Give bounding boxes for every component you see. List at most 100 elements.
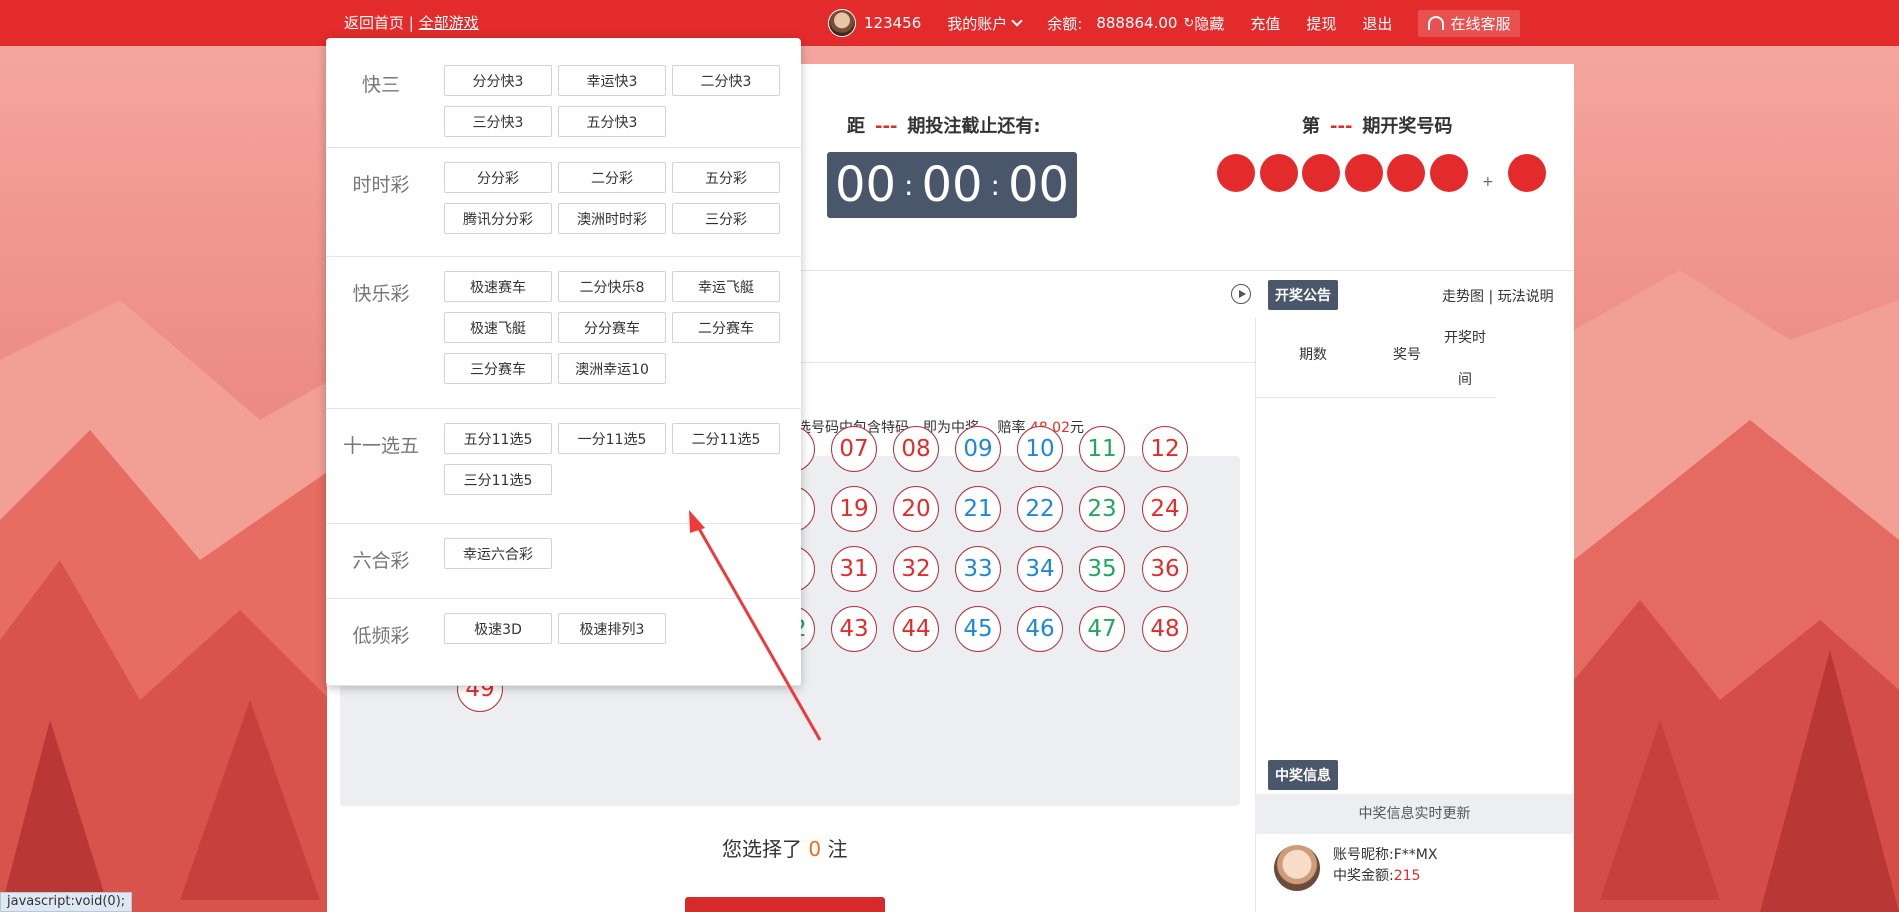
game-category: 时时彩 分分彩 二分彩 五分彩腾讯分分彩 澳洲时时彩 三分彩 xyxy=(326,148,801,257)
game-option-button[interactable]: 澳洲时时彩 xyxy=(558,203,666,234)
headset-icon xyxy=(1428,16,1445,30)
game-option-button[interactable]: 极速3D xyxy=(444,613,552,644)
countdown-prefix: 距 xyxy=(847,116,865,137)
number-ball-button[interactable]: 36 xyxy=(1142,546,1188,592)
number-ball-button[interactable]: 43 xyxy=(831,606,877,652)
game-option-button[interactable]: 澳洲幸运10 xyxy=(558,353,666,384)
col-time-line1: 开奖时 xyxy=(1444,330,1486,346)
all-games-dropdown: 快三 分分快3 幸运快3 二分快3 三分快3 五分快3 时时彩 分分彩 二分彩 五分彩 腾讯分分彩澳… xyxy=(326,38,801,686)
game-option-button[interactable]: 三分彩 xyxy=(672,203,780,234)
game-option-button[interactable]: 一分11选5 xyxy=(558,423,666,454)
side-links-separator: | xyxy=(1488,289,1494,305)
chevron-down-icon xyxy=(1011,15,1023,27)
number-ball-button[interactable]: 07 xyxy=(831,426,877,472)
game-option-button[interactable]: 五分11选5 xyxy=(444,423,552,454)
number-ball-button[interactable]: 10 xyxy=(1017,426,1063,472)
number-ball-button[interactable]: 24 xyxy=(1142,486,1188,532)
number-ball-button[interactable]: 45 xyxy=(955,606,1001,652)
service-label: 在线客服 xyxy=(1450,14,1511,33)
game-option-button[interactable]: 二分11选5 xyxy=(672,423,780,454)
number-ball-button[interactable]: 21 xyxy=(955,486,1001,532)
timer-separator: : xyxy=(990,168,1000,202)
user-profile[interactable]: 123456 xyxy=(828,9,921,37)
number-ball-button[interactable]: 34 xyxy=(1017,546,1063,592)
avatar xyxy=(828,9,856,37)
game-option-button[interactable]: 五分彩 xyxy=(672,162,780,193)
game-option-button[interactable]: 极速排列3 xyxy=(558,613,666,644)
draw-suffix: 期开奖号码 xyxy=(1362,116,1453,137)
trend-chart-link[interactable]: 走势图 xyxy=(1442,289,1484,305)
timer-seconds: 00 xyxy=(1007,157,1070,213)
timer-minutes: 00 xyxy=(921,157,983,213)
game-option-button[interactable]: 分分赛车 xyxy=(558,312,666,343)
number-ball-button[interactable]: 09 xyxy=(955,426,1001,472)
online-service-button[interactable]: 在线客服 xyxy=(1418,9,1521,37)
rules-link[interactable]: 玩法说明 xyxy=(1498,289,1554,305)
number-ball-button[interactable]: 33 xyxy=(955,546,1001,592)
number-ball-button[interactable]: 08 xyxy=(893,426,939,472)
game-option-button[interactable]: 腾讯分分彩 xyxy=(444,203,552,234)
side-links: 走势图 | 玩法说明 xyxy=(1442,286,1554,306)
game-option-button[interactable]: 分分快3 xyxy=(444,65,552,96)
home-link[interactable]: 返回首页 xyxy=(344,14,404,32)
game-option-button[interactable]: 三分11选5 xyxy=(444,464,552,495)
number-ball-button[interactable]: 22 xyxy=(1017,486,1063,532)
topbar-left-links: 返回首页 | 全部游戏 xyxy=(344,12,479,33)
number-ball-button[interactable]: 47 xyxy=(1079,606,1125,652)
game-category: 十一选五 五分11选5 一分11选5 二分11选5 三分11选5 xyxy=(326,409,801,524)
number-ball-button[interactable]: 35 xyxy=(1079,546,1125,592)
number-ball-button[interactable]: 23 xyxy=(1079,486,1125,532)
logout-link[interactable]: 退出 xyxy=(1362,13,1392,34)
all-games-link[interactable]: 全部游戏 xyxy=(419,14,479,32)
game-option-button[interactable]: 极速飞艇 xyxy=(444,312,552,343)
game-option-button[interactable]: 分分彩 xyxy=(444,162,552,193)
status-bar-url: javascript:void(0); xyxy=(0,892,133,912)
selection-summary: 您选择了 0 注 xyxy=(722,833,847,862)
countdown-timer: 00 : 00 : 00 xyxy=(827,152,1077,218)
number-ball-button[interactable]: 46 xyxy=(1017,606,1063,652)
number-ball-button[interactable]: 48 xyxy=(1142,606,1188,652)
game-option-button[interactable]: 三分赛车 xyxy=(444,353,552,384)
game-option-button[interactable]: 二分快乐8 xyxy=(558,271,666,302)
result-ball xyxy=(1259,154,1298,192)
game-category-label: 十一选五 xyxy=(342,435,419,457)
game-option-button[interactable]: 二分赛车 xyxy=(672,312,780,343)
my-account-menu[interactable]: 我的账户 xyxy=(947,13,1023,34)
number-ball-button[interactable]: 19 xyxy=(831,486,877,532)
number-ball-button[interactable]: 12 xyxy=(1142,426,1188,472)
amount-value: 215 xyxy=(1393,868,1421,884)
amount-label: 中奖金额: xyxy=(1333,868,1394,884)
game-option-button[interactable]: 五分快3 xyxy=(558,106,666,137)
game-option-button[interactable]: 幸运快3 xyxy=(558,65,666,96)
submit-bet-button[interactable] xyxy=(685,897,885,912)
number-ball-button[interactable]: 31 xyxy=(831,546,877,592)
number-ball-button[interactable]: 20 xyxy=(893,486,939,532)
top-navigation-bar: 返回首页 | 全部游戏 123456 我的账户 余额: 888864.00 ↻ … xyxy=(0,0,1899,46)
result-ball xyxy=(1217,154,1255,192)
game-option-button[interactable]: 极速赛车 xyxy=(444,271,552,302)
game-category: 低频彩 极速3D 极速排列3 xyxy=(326,599,801,686)
number-ball-button[interactable]: 32 xyxy=(893,546,939,592)
refresh-icon[interactable]: ↻ xyxy=(1183,16,1194,31)
countdown-suffix: 期投注截止还有: xyxy=(907,116,1041,137)
countdown-issue: --- xyxy=(875,116,898,137)
win-info-tag: 中奖信息 xyxy=(1268,760,1338,790)
game-option-button[interactable]: 二分快3 xyxy=(672,65,780,96)
game-option-button[interactable]: 幸运六合彩 xyxy=(444,538,552,569)
hide-balance-toggle[interactable]: 隐藏 xyxy=(1194,13,1224,34)
withdraw-link[interactable]: 提现 xyxy=(1306,13,1336,34)
recharge-link[interactable]: 充值 xyxy=(1250,13,1280,34)
game-category-label: 时时彩 xyxy=(352,174,410,196)
game-category-label: 低频彩 xyxy=(352,625,410,647)
nickname-label: 账号昵称: xyxy=(1333,847,1394,863)
balance-display: 余额: 888864.00 ↻ 隐藏 xyxy=(1047,13,1224,34)
selection-count: 0 xyxy=(808,837,822,861)
balance-value: 888864.00 xyxy=(1096,14,1178,32)
number-ball-button[interactable]: 11 xyxy=(1079,426,1125,472)
game-option-button[interactable]: 幸运飞艇 xyxy=(672,271,780,302)
play-icon[interactable] xyxy=(1231,284,1251,304)
game-option-button[interactable]: 三分快3 xyxy=(444,106,552,137)
game-option-button[interactable]: 二分彩 xyxy=(558,162,666,193)
selection-suffix: 注 xyxy=(827,837,848,861)
number-ball-button[interactable]: 44 xyxy=(893,606,939,652)
